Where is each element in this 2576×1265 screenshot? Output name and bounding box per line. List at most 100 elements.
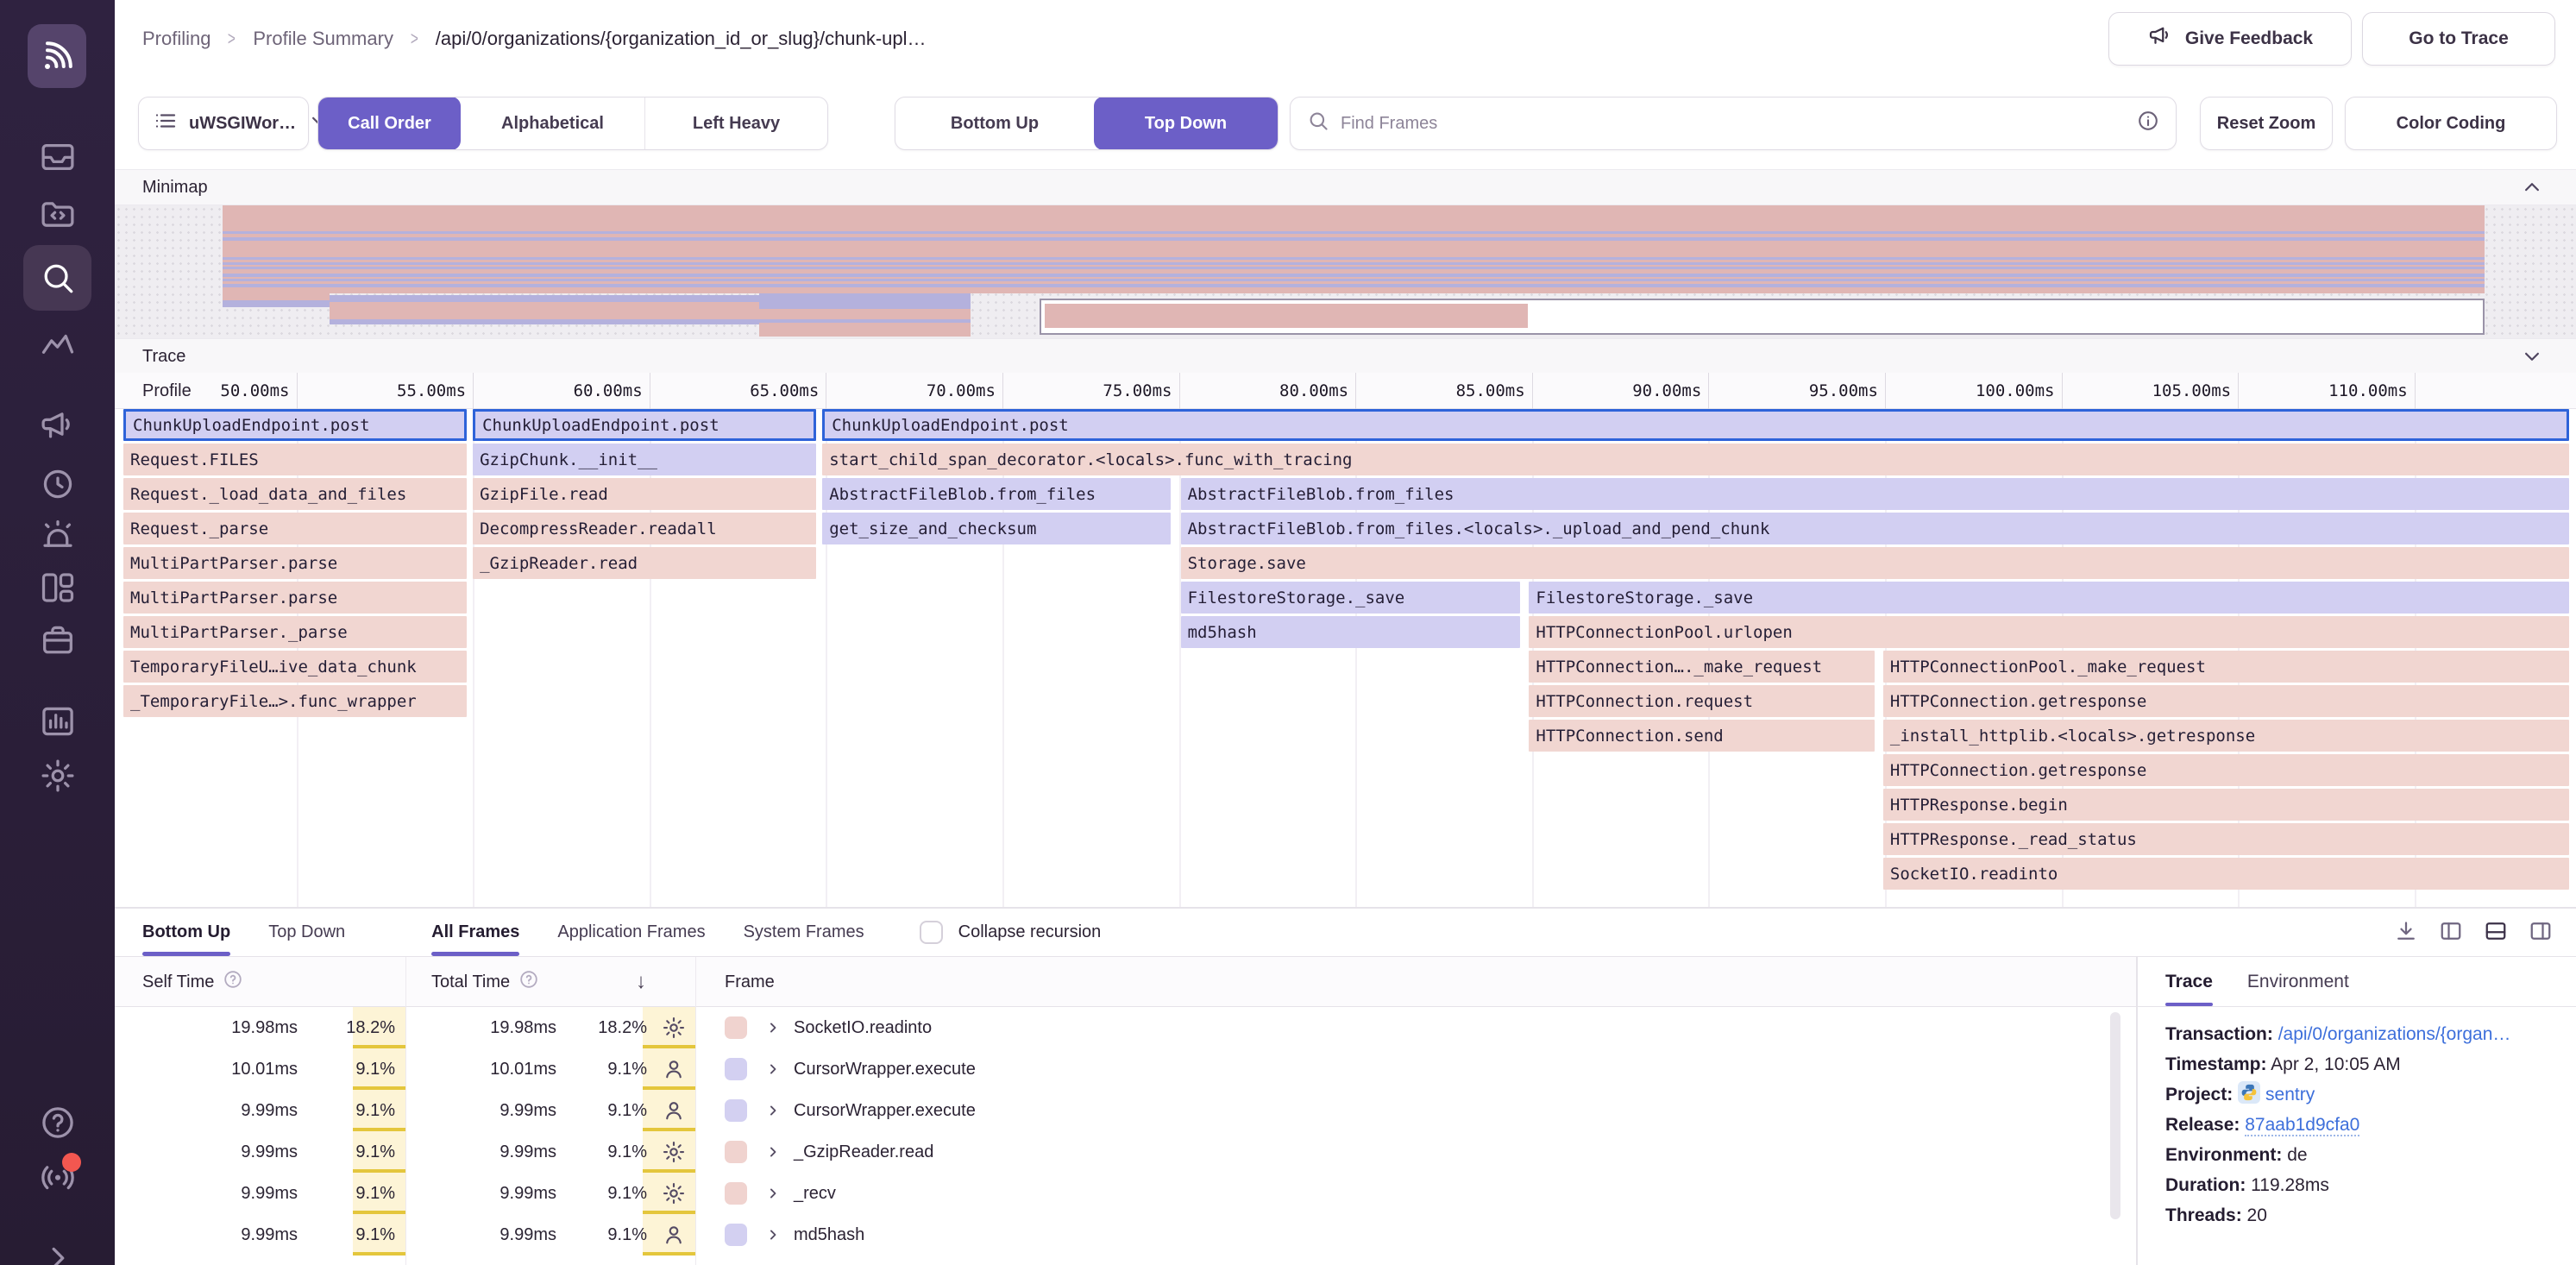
sidebar-item-search[interactable] [0, 245, 115, 311]
tab-top-down[interactable]: Top Down [268, 909, 345, 956]
tab-application-frames[interactable]: Application Frames [557, 909, 705, 956]
flame-frame[interactable]: FilestoreStorage._save [1181, 582, 1521, 614]
flame-frame[interactable]: HTTPConnection.getresponse [1883, 754, 2569, 786]
expand-chevron-icon[interactable] [764, 1143, 782, 1161]
sort-option-left-heavy[interactable]: Left Heavy [645, 97, 827, 150]
color-coding-button[interactable]: Color Coding [2345, 97, 2557, 150]
person-icon[interactable] [661, 1222, 687, 1248]
chevron-up-icon[interactable] [2519, 174, 2545, 200]
breadcrumb-item[interactable]: Profiling [142, 28, 210, 50]
person-icon[interactable] [661, 1056, 687, 1082]
sort-option-alphabetical[interactable]: Alphabetical [461, 97, 644, 150]
table-row[interactable]: 9.99ms9.1%9.99ms9.1%_GzipReader.read [115, 1131, 2136, 1173]
collapse-recursion-checkbox[interactable] [920, 921, 943, 944]
sidebar-item-settings[interactable] [0, 743, 115, 809]
flame-frame[interactable]: GzipChunk.__init__ [473, 444, 816, 475]
detail-link[interactable]: sentry [2265, 1085, 2315, 1105]
minimap-canvas[interactable] [115, 205, 2576, 338]
table-row[interactable]: 19.98ms18.2%19.98ms18.2%SocketIO.readint… [115, 1007, 2136, 1048]
flamegraph-canvas[interactable]: ChunkUploadEndpoint.postChunkUploadEndpo… [115, 409, 2576, 907]
tab-bottom-up[interactable]: Bottom Up [142, 909, 230, 956]
expand-chevron-icon[interactable] [764, 1102, 782, 1119]
gear-icon[interactable] [661, 1180, 687, 1206]
sidebar-item-whats-new[interactable] [0, 1142, 115, 1208]
layout-bottom-icon[interactable] [2483, 918, 2509, 948]
sidebar-item-releases[interactable] [0, 607, 115, 673]
expand-chevron-icon[interactable] [764, 1019, 782, 1036]
sidebar-item-explore[interactable] [0, 180, 115, 246]
frame-name[interactable]: CursorWrapper.execute [794, 1090, 976, 1131]
flame-frame[interactable]: HTTPConnection.request [1529, 685, 1875, 717]
expand-chevron-icon[interactable] [764, 1226, 782, 1243]
flame-frame[interactable]: DecompressReader.readall [473, 513, 816, 544]
flame-frame[interactable]: md5hash [1181, 616, 1521, 648]
frame-header[interactable]: Frame [725, 957, 775, 1007]
detail-link[interactable]: 87aab1d9cfa0 [2245, 1115, 2359, 1136]
person-icon[interactable] [661, 1098, 687, 1123]
scrollbar-thumb[interactable] [2110, 1012, 2120, 1219]
go-to-trace-button[interactable]: Go to Trace [2362, 12, 2555, 66]
flame-frame[interactable]: HTTPResponse.begin [1883, 789, 2569, 821]
download-icon[interactable] [2393, 918, 2419, 948]
thread-selector[interactable]: uWSGIWor… [138, 97, 309, 150]
breadcrumb-item[interactable]: Profile Summary [253, 28, 393, 50]
flame-frame[interactable]: ChunkUploadEndpoint.post [822, 409, 2569, 441]
flame-frame[interactable]: MultiPartParser.parse [123, 547, 467, 579]
tab-system-frames[interactable]: System Frames [744, 909, 864, 956]
gear-icon[interactable] [661, 1015, 687, 1041]
flame-frame[interactable]: HTTPConnectionPool._make_request [1883, 651, 2569, 683]
frame-name[interactable]: CursorWrapper.execute [794, 1048, 976, 1090]
direction-option-bottom-up[interactable]: Bottom Up [895, 97, 1094, 150]
flame-frame[interactable]: start_child_span_decorator.<locals>.func… [822, 444, 2569, 475]
flame-frame[interactable]: AbstractFileBlob.from_files.<locals>._up… [1181, 513, 2569, 544]
flame-frame[interactable]: HTTPConnection.send [1529, 720, 1875, 752]
frame-name[interactable]: SocketIO.readinto [794, 1007, 932, 1048]
flame-frame[interactable]: Request.FILES [123, 444, 467, 475]
flame-frame[interactable]: ChunkUploadEndpoint.post [473, 409, 816, 441]
table-row[interactable] [115, 1256, 2136, 1265]
self-time-header[interactable]: Self Time [142, 957, 243, 1007]
sidebar-item-collapse[interactable] [0, 1225, 115, 1265]
flame-frame[interactable]: _GzipReader.read [473, 547, 816, 579]
frame-name[interactable]: _recv [794, 1173, 836, 1214]
flame-frame[interactable]: Storage.save [1181, 547, 2569, 579]
tab-all-frames[interactable]: All Frames [431, 909, 519, 956]
flame-frame[interactable]: TemporaryFileU…ive_data_chunk [123, 651, 467, 683]
flame-frame[interactable]: get_size_and_checksum [822, 513, 1171, 544]
frame-name[interactable]: md5hash [794, 1214, 864, 1256]
layout-left-icon[interactable] [2438, 918, 2464, 948]
sidebar-item-traces[interactable] [0, 313, 115, 379]
details-tab-environment[interactable]: Environment [2247, 957, 2349, 1006]
flame-frame[interactable]: SocketIO.readinto [1883, 858, 2569, 890]
total-time-header[interactable]: Total Time [431, 957, 539, 1007]
flame-frame[interactable]: FilestoreStorage._save [1529, 582, 2568, 614]
details-tab-trace[interactable]: Trace [2165, 957, 2213, 1006]
flame-frame[interactable]: Request._parse [123, 513, 467, 544]
sidebar-item-feedback[interactable] [0, 393, 115, 459]
flame-frame[interactable]: _TemporaryFile…>.func_wrapper [123, 685, 467, 717]
flame-frame[interactable]: HTTPConnectionPool.urlopen [1529, 616, 2568, 648]
detail-link[interactable]: /api/0/organizations/{organ… [2278, 1024, 2511, 1044]
flame-frame[interactable]: HTTPConnection…._make_request [1529, 651, 1875, 683]
sort-descending-icon[interactable]: ↓ [636, 957, 646, 1007]
flame-frame[interactable]: HTTPResponse._read_status [1883, 823, 2569, 855]
sort-option-call-order[interactable]: Call Order [318, 97, 461, 150]
flame-frame[interactable]: GzipFile.read [473, 478, 816, 510]
direction-option-top-down[interactable]: Top Down [1094, 97, 1278, 150]
minimap-viewport[interactable] [1040, 299, 2485, 335]
flame-frame[interactable]: _install_httplib.<locals>.getresponse [1883, 720, 2569, 752]
flame-frame[interactable]: Request._load_data_and_files [123, 478, 467, 510]
table-row[interactable]: 9.99ms9.1%9.99ms9.1%_recv [115, 1173, 2136, 1214]
gear-icon[interactable] [661, 1139, 687, 1165]
table-row[interactable]: 9.99ms9.1%9.99ms9.1%md5hash [115, 1214, 2136, 1256]
reset-zoom-button[interactable]: Reset Zoom [2200, 97, 2333, 150]
give-feedback-button[interactable]: Give Feedback [2108, 12, 2352, 66]
layout-right-icon[interactable] [2528, 918, 2554, 948]
table-row[interactable]: 10.01ms9.1%10.01ms9.1%CursorWrapper.exec… [115, 1048, 2136, 1090]
flame-frame[interactable]: MultiPartParser._parse [123, 616, 467, 648]
flame-frame[interactable]: AbstractFileBlob.from_files [1181, 478, 2569, 510]
sentry-logo[interactable] [28, 24, 86, 88]
table-row[interactable]: 9.99ms9.1%9.99ms9.1%CursorWrapper.execut… [115, 1090, 2136, 1131]
chevron-down-icon[interactable] [2519, 343, 2545, 369]
frame-name[interactable]: _GzipReader.read [794, 1131, 933, 1173]
